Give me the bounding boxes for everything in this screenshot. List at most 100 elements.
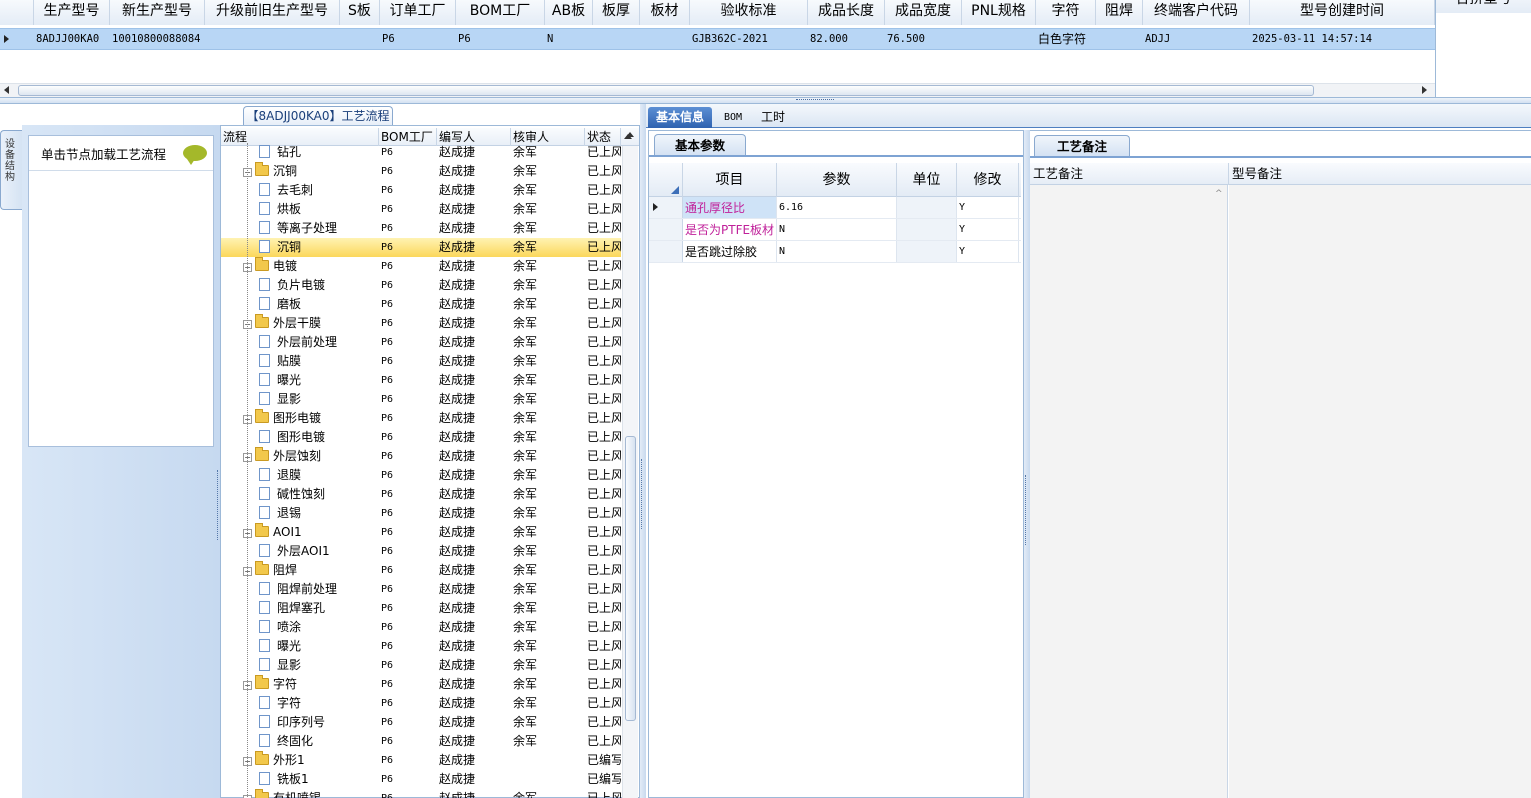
row-indicator[interactable] xyxy=(649,219,683,240)
horizontal-splitter[interactable] xyxy=(0,97,1531,104)
tree-row[interactable]: 终固化 P6 赵成捷 余军 已上风 xyxy=(221,732,621,751)
model-cell-13[interactable]: 白色字符 xyxy=(1036,29,1096,49)
tree-row[interactable]: 负片电镀 P6 赵成捷 余军 已上风 xyxy=(221,276,621,295)
col-process-remarks[interactable]: 工艺备注 xyxy=(1030,163,1229,185)
tree-node[interactable]: 字符 xyxy=(259,694,379,713)
model-cell-0[interactable]: 8ADJJ00KA0 xyxy=(34,29,110,49)
col-header-2[interactable]: 升级前旧生产型号 xyxy=(205,0,340,25)
col-header-12[interactable]: PNL规格 xyxy=(962,0,1036,25)
col-value[interactable]: 参数 xyxy=(777,163,897,197)
vscroll-thumb[interactable] xyxy=(625,436,636,721)
hscroll-thumb[interactable] xyxy=(18,85,1314,96)
model-cell-1[interactable]: 10010800088084 xyxy=(110,29,205,49)
tree-row[interactable]: 阻焊塞孔 P6 赵成捷 余军 已上风 xyxy=(221,599,621,618)
param-cell-unit[interactable] xyxy=(897,197,957,218)
load-process-hint[interactable]: 单击节点加载工艺流程 xyxy=(29,136,213,171)
tree-row[interactable]: − 外形1 P6 赵成捷 已编写 xyxy=(221,751,621,770)
tree-node[interactable]: 显影 xyxy=(259,656,379,675)
tree-node[interactable]: − 字符 xyxy=(243,675,379,694)
tab-process-remarks[interactable]: 工艺备注 xyxy=(1034,135,1130,156)
tree-node[interactable]: 终固化 xyxy=(259,732,379,751)
tree-node[interactable]: 喷涂 xyxy=(259,618,379,637)
model-cell-12[interactable] xyxy=(962,29,1036,49)
process-tree-vscrollbar[interactable] xyxy=(622,132,638,798)
param-cell-value[interactable]: N xyxy=(777,219,897,240)
model-cell-5[interactable]: P6 xyxy=(456,29,545,49)
tree-row[interactable]: 印序列号 P6 赵成捷 余军 已上风 xyxy=(221,713,621,732)
tree-node[interactable]: − 外形1 xyxy=(243,751,379,770)
tree-node[interactable]: 铣板1 xyxy=(259,770,379,789)
tree-row[interactable]: − 图形电镀 P6 赵成捷 余军 已上风 xyxy=(221,409,621,428)
tree-node[interactable]: 等离子处理 xyxy=(259,219,379,238)
tree-row[interactable]: − 外层蚀刻 P6 赵成捷 余军 已上风 xyxy=(221,447,621,466)
col-header-8[interactable]: 板材 xyxy=(640,0,690,25)
tree-node[interactable]: − 电镀 xyxy=(243,257,379,276)
tree-node[interactable]: 阻焊前处理 xyxy=(259,580,379,599)
tree-node[interactable]: 钻孔 xyxy=(259,143,379,162)
tree-row[interactable]: − 沉铜 P6 赵成捷 余军 已上风 xyxy=(221,162,621,181)
model-cell-14[interactable] xyxy=(1096,29,1143,49)
model-cell-9[interactable]: GJB362C-2021 xyxy=(690,29,808,49)
model-grid-row[interactable]: 8ADJJ00KA0 10010800088084 P6 P6 N GJB362C-202… xyxy=(0,28,1435,50)
tab-basic-info[interactable]: 基本信息 xyxy=(648,107,712,128)
model-cell-8[interactable] xyxy=(640,29,690,49)
tree-node[interactable]: 负片电镀 xyxy=(259,276,379,295)
tab-bom[interactable]: BOM xyxy=(716,107,750,128)
tree-row[interactable]: − 电镀 P6 赵成捷 余军 已上风 xyxy=(221,257,621,276)
col-header-3[interactable]: S板 xyxy=(340,0,380,25)
model-grid-hscrollbar[interactable] xyxy=(0,83,1435,97)
tree-row[interactable]: 烘板 P6 赵成捷 余军 已上风 xyxy=(221,200,621,219)
param-cell-modify[interactable]: Y xyxy=(957,219,1019,240)
col-header-7[interactable]: 板厚 xyxy=(593,0,640,25)
col-model-remarks[interactable]: 型号备注 xyxy=(1229,163,1531,185)
col-header-14[interactable]: 阻焊 xyxy=(1096,0,1143,25)
tree-node[interactable]: 外层前处理 xyxy=(259,333,379,352)
tree-row[interactable]: 去毛刺 P6 赵成捷 余军 已上风 xyxy=(221,181,621,200)
row-indicator[interactable] xyxy=(649,241,683,262)
param-cell-modify[interactable]: Y xyxy=(957,241,1019,262)
tree-row[interactable]: 钻孔 P6 赵成捷 余军 已上风 xyxy=(221,143,621,162)
param-cell-modify[interactable]: Y xyxy=(957,197,1019,218)
col-header-4[interactable]: 订单工厂 xyxy=(380,0,456,25)
tree-node[interactable]: 曝光 xyxy=(259,637,379,656)
scroll-right-icon[interactable] xyxy=(1422,86,1427,94)
model-cell-11[interactable]: 76.500 xyxy=(885,29,962,49)
tree-node[interactable]: 显影 xyxy=(259,390,379,409)
col-modify[interactable]: 修改 xyxy=(957,163,1019,197)
tree-row[interactable]: 退锡 P6 赵成捷 余军 已上风 xyxy=(221,504,621,523)
col-unit[interactable]: 单位 xyxy=(897,163,957,197)
col-header-5[interactable]: BOM工厂 xyxy=(456,0,545,25)
col-header-0[interactable]: 生产型号 xyxy=(34,0,110,25)
tree-node[interactable]: 外层AOI1 xyxy=(259,542,379,561)
tree-node[interactable]: − 图形电镀 xyxy=(243,409,379,428)
param-cell-value[interactable]: 6.16 xyxy=(777,197,897,218)
tree-node[interactable]: 沉铜 xyxy=(259,238,379,257)
tab-basic-params[interactable]: 基本参数 xyxy=(654,134,746,155)
tree-row[interactable]: 喷涂 P6 赵成捷 余军 已上风 xyxy=(221,618,621,637)
tree-row[interactable]: 铣板1 P6 赵成捷 已编写 xyxy=(221,770,621,789)
tree-row[interactable]: 外层AOI1 P6 赵成捷 余军 已上风 xyxy=(221,542,621,561)
tree-node[interactable]: −有机喷锡 xyxy=(243,789,379,798)
tree-row[interactable]: 显影 P6 赵成捷 余军 已上风 xyxy=(221,390,621,409)
tree-row[interactable]: 外层前处理 P6 赵成捷 余军 已上风 xyxy=(221,333,621,352)
param-cell-unit[interactable] xyxy=(897,219,957,240)
tree-node[interactable]: − 阻焊 xyxy=(243,561,379,580)
param-row[interactable]: 是否为PTFE板材 N Y xyxy=(649,219,1021,241)
tree-row[interactable]: 图形电镀 P6 赵成捷 余军 已上风 xyxy=(221,428,621,447)
col-header-6[interactable]: AB板 xyxy=(545,0,593,25)
tree-node[interactable]: 退膜 xyxy=(259,466,379,485)
tree-row[interactable]: 阻焊前处理 P6 赵成捷 余军 已上风 xyxy=(221,580,621,599)
scroll-up-icon[interactable]: ^ xyxy=(1215,189,1223,199)
tree-row[interactable]: − AOI1 P6 赵成捷 余军 已上风 xyxy=(221,523,621,542)
tree-row[interactable]: − 外层干膜 P6 赵成捷 余军 已上风 xyxy=(221,314,621,333)
tree-row[interactable]: −有机喷锡P6赵成捷 余军 已上风 xyxy=(221,789,621,798)
col-header-13[interactable]: 字符 xyxy=(1036,0,1096,25)
model-cell-7[interactable] xyxy=(593,29,640,49)
tree-node[interactable]: − 沉铜 xyxy=(243,162,379,181)
row-indicator[interactable] xyxy=(649,197,683,218)
tree-node[interactable]: 图形电镀 xyxy=(259,428,379,447)
tree-node[interactable]: − 外层蚀刻 xyxy=(243,447,379,466)
tree-row[interactable]: 碱性蚀刻 P6 赵成捷 余军 已上风 xyxy=(221,485,621,504)
tree-row[interactable]: 曝光 P6 赵成捷 余军 已上风 xyxy=(221,637,621,656)
tree-row[interactable]: 贴膜 P6 赵成捷 余军 已上风 xyxy=(221,352,621,371)
